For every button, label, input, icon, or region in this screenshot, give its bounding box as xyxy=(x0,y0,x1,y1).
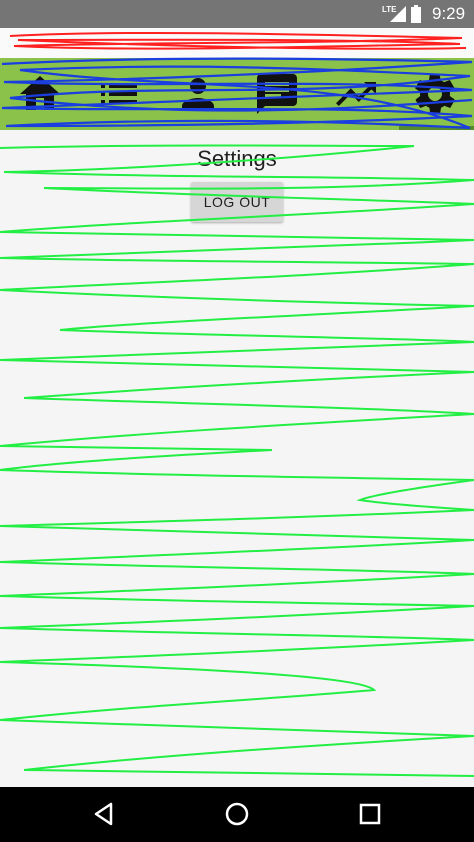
person-icon xyxy=(181,78,214,110)
tab-toolbar xyxy=(0,58,474,130)
chat-icon xyxy=(256,74,297,114)
home-circle-icon[interactable] xyxy=(224,801,250,827)
tab-home[interactable] xyxy=(0,58,79,130)
recents-icon[interactable] xyxy=(357,801,383,827)
top-strip xyxy=(0,28,474,58)
tab-trends[interactable] xyxy=(316,58,395,130)
home-icon xyxy=(19,76,60,110)
system-nav-bar xyxy=(0,787,474,842)
battery-icon xyxy=(411,5,421,23)
signal-icon xyxy=(390,6,406,22)
trending-icon xyxy=(335,82,376,106)
logout-button[interactable]: LOG OUT xyxy=(191,182,283,222)
page-title: Settings xyxy=(197,146,277,171)
list-icon xyxy=(100,84,137,104)
tab-list[interactable] xyxy=(79,58,158,130)
back-icon[interactable] xyxy=(91,801,117,827)
tab-messages[interactable] xyxy=(237,58,316,130)
tab-settings[interactable] xyxy=(395,58,474,130)
clock: 9:29 xyxy=(432,4,466,23)
status-bar: LTE 9:29 xyxy=(0,0,474,28)
tab-profile[interactable] xyxy=(158,58,237,130)
settings-page: Settings LOG OUT xyxy=(0,130,474,787)
gear-icon xyxy=(414,74,455,114)
